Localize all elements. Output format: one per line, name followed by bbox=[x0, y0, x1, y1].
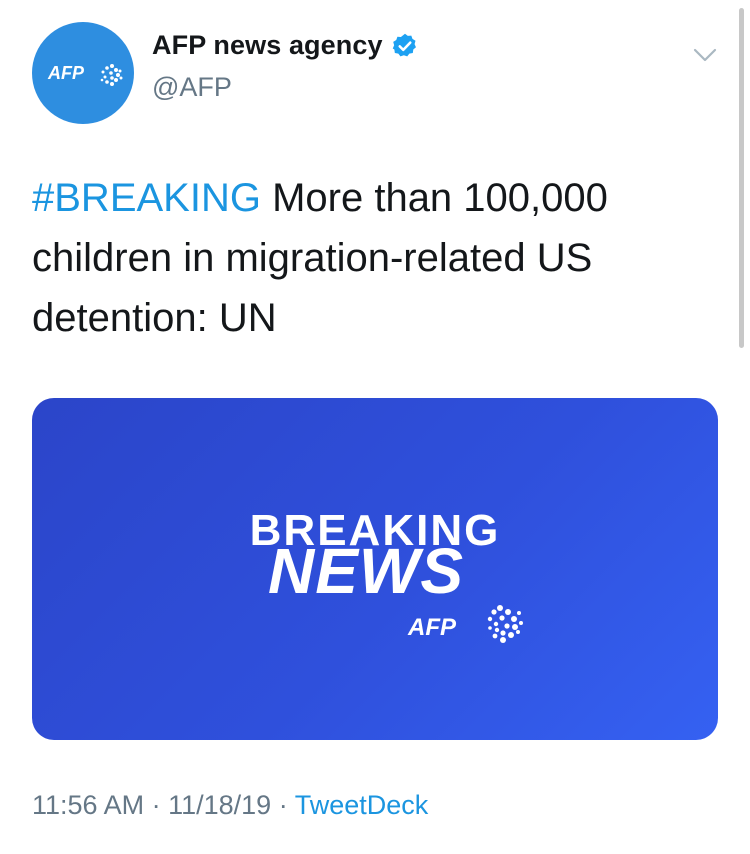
breaking-news-image: BREAKING NEWS AFP bbox=[250, 506, 523, 643]
media-logo-text: AFP bbox=[407, 614, 457, 641]
afp-logo-icon: AFP bbox=[47, 63, 123, 86]
tweet-meta: 11:56 AM · 11/18/19 · TweetDeck bbox=[32, 790, 428, 821]
verified-badge-icon bbox=[392, 33, 416, 56]
author-handle[interactable]: @AFP bbox=[152, 72, 232, 103]
author-name-row[interactable]: AFP news agency bbox=[152, 30, 419, 61]
media-card[interactable]: BREAKING NEWS AFP bbox=[32, 398, 718, 740]
tweet-date[interactable]: 11/18/19 bbox=[168, 790, 271, 820]
hashtag-link[interactable]: #BREAKING bbox=[32, 176, 261, 220]
tweet-text: #BREAKING More than 100,000 children in … bbox=[32, 168, 712, 348]
meta-separator: · bbox=[271, 790, 295, 820]
author-display-name[interactable]: AFP news agency bbox=[152, 30, 383, 61]
media-line2: NEWS bbox=[268, 535, 464, 607]
afp-globe-icon bbox=[487, 605, 523, 643]
avatar-logo-text: AFP bbox=[47, 63, 85, 83]
avatar[interactable]: AFP bbox=[32, 22, 134, 124]
meta-separator: · bbox=[144, 790, 169, 820]
tweet-source-link[interactable]: TweetDeck bbox=[295, 790, 429, 820]
tweet-time[interactable]: 11:56 AM bbox=[32, 790, 144, 820]
scrollbar[interactable] bbox=[739, 8, 744, 348]
chevron-down-icon[interactable] bbox=[688, 38, 722, 72]
